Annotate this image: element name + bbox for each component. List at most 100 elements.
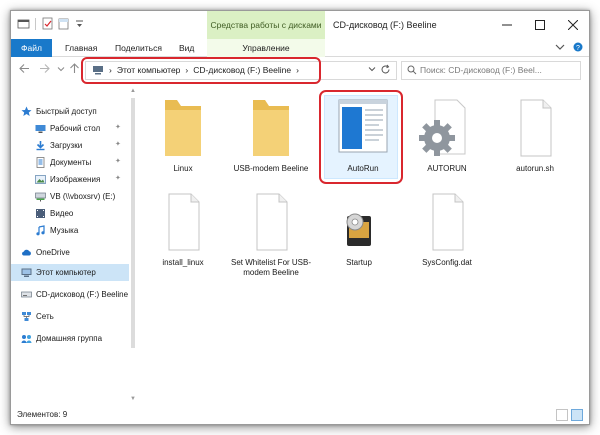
file-item[interactable]: Linux bbox=[143, 96, 223, 192]
pin-icon[interactable]: ✦ bbox=[115, 157, 121, 165]
sidebar-item-network[interactable]: Сеть bbox=[11, 308, 129, 325]
view-switcher bbox=[556, 409, 583, 421]
search-field[interactable]: Поиск: CD-дисковод (F:) Beel... bbox=[401, 61, 581, 80]
tab-file[interactable]: Файл bbox=[11, 39, 52, 57]
file-name: USB-modem Beeline bbox=[233, 164, 309, 173]
sidebar-item-homegroup[interactable]: Домашняя группа bbox=[11, 330, 129, 347]
new-folder-icon[interactable] bbox=[57, 17, 70, 30]
tab-home[interactable]: Главная bbox=[57, 39, 105, 57]
up-button[interactable] bbox=[69, 63, 80, 77]
documents-icon bbox=[36, 157, 45, 168]
title-bar: Средства работы с дисками CD-дисковод (F… bbox=[11, 11, 589, 39]
file-item[interactable]: AUTORUN bbox=[407, 96, 487, 192]
chevron-down-icon bbox=[57, 67, 65, 72]
tab-view[interactable]: Вид bbox=[171, 39, 202, 57]
file-name: Startup bbox=[346, 258, 372, 267]
star-icon bbox=[21, 106, 32, 116]
address-history-button[interactable] bbox=[368, 65, 376, 75]
startup-app-icon bbox=[346, 213, 371, 246]
file-item[interactable]: USB-modem Beeline bbox=[231, 96, 311, 192]
minimize-button[interactable] bbox=[491, 11, 523, 39]
scrollbar-thumb[interactable] bbox=[131, 98, 135, 348]
back-button[interactable] bbox=[19, 63, 30, 77]
sidebar-item-pictures[interactable]: Изображения ✦ bbox=[11, 171, 129, 188]
file-name: Linux bbox=[173, 164, 193, 173]
pin-icon[interactable]: ✦ bbox=[115, 140, 121, 148]
refresh-button[interactable] bbox=[380, 64, 391, 78]
sidebar-item-label: OneDrive bbox=[36, 248, 70, 257]
settings-gear-icon bbox=[419, 99, 466, 156]
large-icons-view-icon[interactable] bbox=[571, 409, 583, 421]
scroll-up-icon[interactable]: ▲ bbox=[130, 88, 136, 94]
maximize-button[interactable] bbox=[524, 11, 556, 39]
maximize-icon bbox=[535, 20, 545, 30]
refresh-icon bbox=[381, 64, 390, 74]
explorer-app-icon[interactable] bbox=[17, 17, 30, 30]
explorer-window: Средства работы с дисками CD-дисковод (F… bbox=[10, 10, 590, 425]
sidebar-item-label: CD-дисковод (F:) Beeline bbox=[36, 290, 129, 299]
close-button[interactable] bbox=[557, 11, 589, 39]
file-item[interactable]: Set Whitelist For USB-modem Beeline bbox=[231, 190, 311, 286]
sidebar-item-onedrive[interactable]: OneDrive bbox=[11, 244, 129, 261]
sidebar-item-this-pc[interactable]: Этот компьютер bbox=[11, 264, 129, 281]
homegroup-icon bbox=[21, 335, 32, 343]
desktop-icon bbox=[35, 125, 46, 133]
sidebar-item-vb-share[interactable]: VB (\\vboxsrv) (E:) bbox=[11, 188, 129, 205]
navigation-scrollbar[interactable]: ▲ ▼ bbox=[129, 86, 137, 406]
properties-icon[interactable] bbox=[41, 17, 54, 30]
scroll-down-icon[interactable]: ▼ bbox=[130, 396, 136, 402]
folder-icon bbox=[165, 100, 201, 156]
context-tab-header: Средства работы с дисками bbox=[207, 11, 325, 39]
sidebar-item-label: Загрузки bbox=[50, 141, 83, 150]
tab-manage[interactable]: Управление bbox=[207, 39, 325, 57]
sidebar-item-label: Быстрый доступ bbox=[36, 107, 97, 116]
file-item[interactable]: autorun.sh bbox=[495, 96, 575, 192]
sidebar-item-downloads[interactable]: Загрузки ✦ bbox=[11, 137, 129, 154]
sidebar-item-documents[interactable]: Документы ✦ bbox=[11, 154, 129, 171]
music-icon bbox=[36, 225, 45, 236]
recent-locations-button[interactable] bbox=[57, 64, 65, 76]
sidebar-item-cd-drive[interactable]: CD-дисковод (F:) Beeline bbox=[11, 286, 129, 303]
minimize-icon bbox=[502, 24, 512, 26]
file-name: autorun.sh bbox=[516, 164, 554, 173]
file-name: AUTORUN bbox=[427, 164, 467, 173]
customize-toolbar-icon[interactable] bbox=[73, 17, 86, 30]
chevron-down-icon bbox=[368, 67, 376, 72]
arrow-left-icon bbox=[19, 64, 29, 73]
sidebar-item-music[interactable]: Музыка bbox=[11, 222, 129, 239]
download-icon bbox=[36, 141, 45, 151]
file-item[interactable]: install_linux bbox=[143, 190, 223, 286]
video-icon bbox=[36, 209, 45, 218]
file-item[interactable]: SysConfig.dat bbox=[407, 190, 487, 286]
sidebar-item-label: Домашняя группа bbox=[36, 334, 103, 343]
svg-text:?: ? bbox=[576, 45, 580, 52]
arrow-right-icon bbox=[40, 64, 50, 73]
pictures-icon bbox=[35, 175, 46, 184]
status-bar: Элементов: 9 bbox=[11, 406, 589, 424]
details-view-icon[interactable] bbox=[556, 409, 568, 421]
address-row: › Этот компьютер › CD-дисковод (F:) Beel… bbox=[11, 57, 589, 85]
computer-icon bbox=[21, 268, 32, 277]
network-drive-icon bbox=[35, 192, 46, 202]
close-icon bbox=[568, 20, 578, 30]
tab-share[interactable]: Поделиться bbox=[107, 39, 170, 57]
sidebar-item-label: Видео bbox=[50, 209, 74, 218]
sidebar-item-video[interactable]: Видео bbox=[11, 205, 129, 222]
help-icon[interactable]: ? bbox=[573, 42, 583, 52]
items-count: Элементов: 9 bbox=[17, 410, 68, 419]
cloud-icon bbox=[22, 249, 31, 256]
file-name: SysConfig.dat bbox=[422, 258, 472, 267]
sidebar-item-desktop[interactable]: Рабочий стол ✦ bbox=[11, 120, 129, 137]
file-item-selected[interactable]: AutoRun bbox=[319, 90, 403, 184]
sidebar-item-label: Этот компьютер bbox=[36, 268, 96, 277]
file-name: Set Whitelist For USB-modem Beeline bbox=[231, 258, 312, 277]
pin-icon[interactable]: ✦ bbox=[115, 123, 121, 131]
file-item[interactable]: Startup bbox=[319, 190, 399, 286]
blank-file-icon bbox=[520, 99, 552, 157]
pin-icon[interactable]: ✦ bbox=[115, 174, 121, 182]
navigation-pane: Быстрый доступ Рабочий стол ✦ Загрузки ✦… bbox=[11, 86, 129, 406]
sidebar-item-quick-access[interactable]: Быстрый доступ bbox=[11, 103, 129, 120]
forward-button[interactable] bbox=[39, 63, 50, 77]
expand-ribbon-icon[interactable] bbox=[555, 42, 565, 52]
sidebar-item-label: Рабочий стол bbox=[50, 124, 101, 133]
